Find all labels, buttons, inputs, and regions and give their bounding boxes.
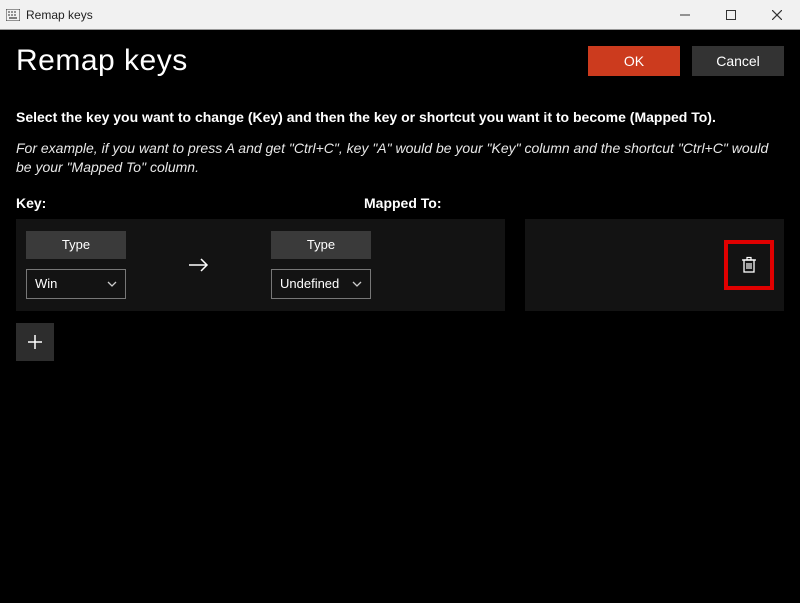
key-group: Type Win [26,231,126,299]
delete-button[interactable] [734,250,764,280]
chevron-down-icon [352,281,362,287]
minimize-button[interactable] [662,0,708,30]
mapped-select-value: Undefined [280,276,339,291]
maximize-button[interactable] [708,0,754,30]
header: Remap keys OK Cancel [16,44,784,78]
add-row-button[interactable] [16,323,54,361]
content: Remap keys OK Cancel Select the key you … [0,30,800,603]
intro-text: Select the key you want to change (Key) … [16,108,784,177]
intro-example: For example, if you want to press A and … [16,139,784,177]
titlebar-left: Remap keys [0,8,93,22]
key-type-button[interactable]: Type [26,231,126,259]
mapped-select[interactable]: Undefined [271,269,371,299]
chevron-down-icon [107,281,117,287]
header-actions: OK Cancel [588,46,784,76]
page-title: Remap keys [16,44,188,78]
mapped-column-label: Mapped To: [364,195,524,211]
window-controls [662,0,800,30]
trash-icon [741,256,757,274]
arrow-icon [126,255,271,275]
titlebar: Remap keys [0,0,800,30]
column-headers: Key: Mapped To: [16,195,784,211]
delete-panel [525,219,784,311]
cancel-button[interactable]: Cancel [692,46,784,76]
plus-icon [26,333,44,351]
intro-bold: Select the key you want to change (Key) … [16,109,716,125]
key-select-value: Win [35,276,57,291]
mapping-panel: Type Win Type Undefined [16,219,505,311]
window-title: Remap keys [24,8,93,22]
mapped-type-button[interactable]: Type [271,231,371,259]
key-select[interactable]: Win [26,269,126,299]
mapping-row: Type Win Type Undefined [16,219,784,311]
app-icon [6,9,20,21]
key-column-label: Key: [16,195,364,211]
close-button[interactable] [754,0,800,30]
ok-button[interactable]: OK [588,46,680,76]
delete-highlight [724,240,774,290]
mapped-group: Type Undefined [271,231,371,299]
